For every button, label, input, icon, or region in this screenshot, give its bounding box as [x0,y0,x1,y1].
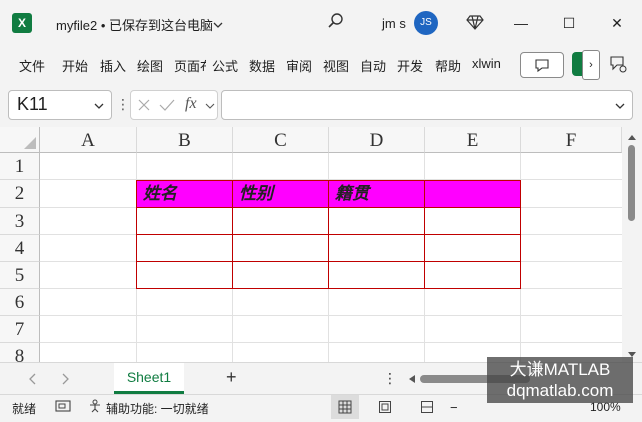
ready-status: 就绪 [12,402,37,416]
column-header-b[interactable]: B [137,127,233,153]
cell-d3[interactable] [328,207,425,235]
grid-icon [338,400,352,414]
watermark-line-2: dqmatlab.com [506,381,614,400]
minimize-button[interactable]: — [506,10,536,36]
tab-home[interactable]: 开始 [62,56,88,75]
name-box[interactable]: K11 [8,90,112,120]
chevron-right-icon[interactable] [60,373,70,385]
expand-formula-icon[interactable] [614,100,626,112]
formula-bar-grip-icon[interactable]: ⋮ [116,96,130,113]
row-header-3[interactable]: 3 [0,208,40,235]
cell-b4[interactable] [136,234,233,262]
row-header-8[interactable]: 8 [0,343,40,362]
row-header-5[interactable]: 5 [0,262,40,289]
tab-page-layout[interactable]: 页面布 [174,56,206,75]
excel-logo-icon: X [12,13,32,33]
search-icon[interactable] [326,11,346,31]
column-header-d[interactable]: D [329,127,425,153]
tab-data[interactable]: 数据 [249,56,275,75]
row-header-2[interactable]: 2 [0,180,40,208]
row-header-7[interactable]: 7 [0,316,40,343]
tab-file[interactable]: 文件 [19,56,45,75]
cell-c4[interactable] [232,234,329,262]
cell-d4[interactable] [328,234,425,262]
add-sheet-button[interactable]: + [226,367,237,388]
chevron-left-icon[interactable] [28,373,38,385]
more-options-icon[interactable]: ⋮ [383,370,397,387]
tab-formulas[interactable]: 公式 [212,56,238,75]
chevron-down-icon[interactable] [205,101,215,111]
scroll-left-icon[interactable] [408,374,416,384]
watermark-line-1: 大谦MATLAB [509,360,611,379]
tab-review[interactable]: 审阅 [286,56,312,75]
scrollbar-thumb[interactable] [628,145,635,221]
worksheet-grid[interactable]: A B C D E F 1 2 3 4 5 6 7 8 姓名 性别 籍贯 [0,127,622,362]
chevron-down-icon[interactable] [212,19,224,31]
gridline [40,315,622,316]
comment-icon [535,59,549,73]
page-layout-icon[interactable] [378,400,392,414]
cell-b3[interactable] [136,207,233,235]
cell-c3[interactable] [232,207,329,235]
cell-reference: K11 [17,94,48,114]
cell-e2[interactable] [424,180,521,208]
chevron-down-icon[interactable] [93,100,105,112]
row-header-6[interactable]: 6 [0,289,40,316]
vertical-scrollbar[interactable] [622,127,642,362]
tab-developer[interactable]: 开发 [397,56,429,75]
feedback-icon[interactable] [608,54,628,74]
watermark: 大谦MATLAB dqmatlab.com [487,357,633,403]
cancel-icon[interactable] [137,98,151,112]
page-break-icon[interactable] [420,400,434,414]
cell-d2[interactable]: 籍贯 [328,180,425,208]
zoom-out-button[interactable]: − [450,400,458,415]
tab-help[interactable]: 帮助 [435,56,461,75]
document-title[interactable]: myfile2 • 已保存到这台电脑 [56,15,213,34]
formula-input[interactable] [221,90,633,120]
row-header-1[interactable]: 1 [0,153,40,180]
select-all-corner[interactable] [0,127,40,153]
tab-draw[interactable]: 绘图 [137,56,163,75]
file-name: myfile2 [56,18,98,33]
close-button[interactable]: ✕ [602,10,632,36]
ribbon-more-button[interactable]: › [582,50,600,80]
avatar[interactable]: JS [414,11,438,35]
tab-automate[interactable]: 自动 [360,56,392,75]
column-header-c[interactable]: C [233,127,329,153]
save-status: • 已保存到这台电脑 [100,18,213,33]
column-header-f[interactable]: F [521,127,622,153]
sheet-tab-sheet1[interactable]: Sheet1 [114,363,184,394]
tab-view[interactable]: 视图 [323,56,349,75]
gridline [40,342,622,343]
maximize-button[interactable]: ☐ [554,10,584,36]
comments-button[interactable] [520,52,564,78]
cell-e4[interactable] [424,234,521,262]
accessibility-status[interactable]: 辅助功能: 一切就绪 [106,400,209,417]
premium-diamond-icon[interactable] [466,13,484,31]
enter-check-icon[interactable] [159,98,175,112]
cell-d5[interactable] [328,261,425,289]
column-header-a[interactable]: A [40,127,137,153]
tab-xlwings[interactable]: xlwin [472,56,506,71]
normal-view-button[interactable] [331,395,359,419]
tab-insert[interactable]: 插入 [100,56,126,75]
cell-e5[interactable] [424,261,521,289]
cell-mode-icon[interactable] [55,399,71,413]
scroll-up-icon[interactable] [627,133,637,141]
cell-b5[interactable] [136,261,233,289]
formula-actions: fx [130,90,218,120]
user-name[interactable]: jm s [382,16,406,31]
cell-c5[interactable] [232,261,329,289]
title-bar: X myfile2 • 已保存到这台电脑 jm s JS — ☐ ✕ [0,0,642,48]
column-header-e[interactable]: E [425,127,521,153]
cell-e3[interactable] [424,207,521,235]
insert-function-icon[interactable]: fx [185,95,197,113]
cell-b2[interactable]: 姓名 [136,180,233,208]
cell-c2[interactable]: 性别 [232,180,329,208]
accessibility-icon[interactable] [88,399,102,413]
row-header-4[interactable]: 4 [0,235,40,262]
